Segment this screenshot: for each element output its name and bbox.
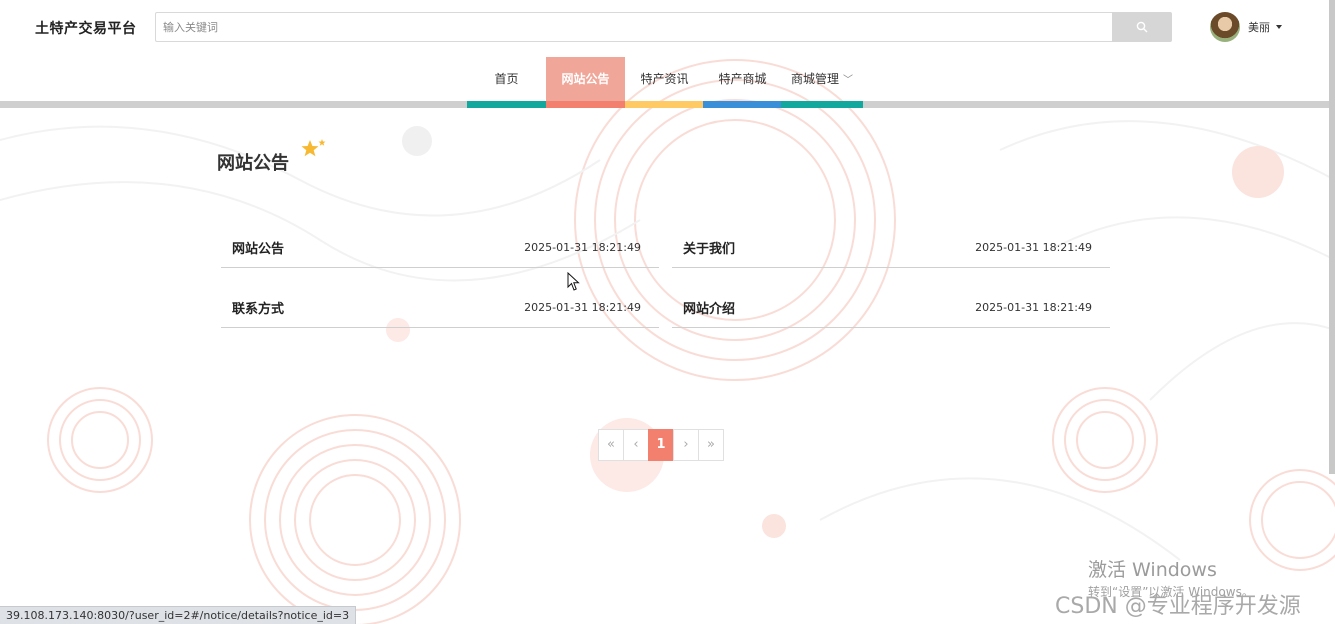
- caret-down-icon: [1276, 25, 1282, 29]
- top-header: 土特产交易平台 美丽: [0, 0, 1335, 56]
- notice-time: 2025-01-31 18:21:49: [524, 241, 641, 254]
- nav-item-home[interactable]: 首页: [467, 57, 546, 108]
- next-page-button[interactable]: ›: [673, 429, 699, 461]
- chevron-down-icon: ﹀: [843, 75, 853, 86]
- page-title: 网站公告: [217, 153, 289, 174]
- site-brand[interactable]: 土特产交易平台: [35, 18, 137, 38]
- nav-item-label: 首页: [494, 72, 519, 86]
- csdn-watermark: CSDN @专业程序开发源: [1055, 594, 1301, 619]
- pagination: « ‹ 1 › »: [598, 429, 724, 461]
- nav-color-bar: [781, 101, 863, 108]
- user-menu[interactable]: 美丽: [1210, 12, 1282, 42]
- nav-item-notice[interactable]: 网站公告: [546, 57, 625, 108]
- notice-title: 联系方式: [232, 302, 285, 317]
- nav-item-mall[interactable]: 特产商城: [703, 57, 782, 108]
- nav-item-label: 特产资讯: [640, 72, 689, 86]
- notice-title: 关于我们: [683, 242, 736, 257]
- notice-item[interactable]: 关于我们 2025-01-31 18:21:49: [672, 221, 1110, 268]
- nav-item-mall-admin[interactable]: 商城管理 ﹀: [781, 57, 863, 108]
- star-icon: [301, 139, 326, 157]
- notice-item[interactable]: 网站介绍 2025-01-31 18:21:49: [672, 281, 1110, 328]
- current-page-button[interactable]: 1: [648, 429, 674, 461]
- notice-item[interactable]: 网站公告 2025-01-31 18:21:49: [221, 221, 659, 268]
- last-page-button[interactable]: »: [698, 429, 724, 461]
- notice-time: 2025-01-31 18:21:49: [975, 241, 1092, 254]
- main-nav: 首页 网站公告 特产资讯 特产商城 商城管理 ﹀: [0, 56, 1335, 108]
- prev-page-button[interactable]: ‹: [623, 429, 649, 461]
- first-page-button[interactable]: «: [598, 429, 624, 461]
- nav-item-news[interactable]: 特产资讯: [625, 57, 704, 108]
- search-input[interactable]: [155, 12, 1113, 42]
- scrollbar[interactable]: [1329, 0, 1335, 474]
- windows-activation-title: 激活 Windows: [1088, 559, 1217, 581]
- nav-item-label: 特产商城: [718, 72, 767, 86]
- nav-color-bar: [546, 101, 625, 108]
- notice-time: 2025-01-31 18:21:49: [975, 301, 1092, 314]
- nav-item-label: 网站公告: [561, 72, 610, 86]
- user-name: 美丽: [1248, 21, 1270, 34]
- notice-title: 网站公告: [232, 242, 285, 257]
- nav-color-bar: [625, 101, 704, 108]
- nav-color-bar: [703, 101, 782, 108]
- status-bar-url: 39.108.173.140:8030/?user_id=2#/notice/d…: [0, 606, 357, 624]
- nav-color-bar: [467, 101, 546, 108]
- search-button[interactable]: [1112, 12, 1172, 42]
- avatar: [1210, 12, 1240, 42]
- main-content: 网站公告 网站公告 2025-01-31 18:21:49 关于我们 2025-…: [0, 108, 1335, 624]
- nav-item-label: 商城管理: [790, 72, 839, 86]
- mouse-cursor-icon: [567, 272, 580, 291]
- search-icon: [1136, 21, 1148, 33]
- notice-item[interactable]: 联系方式 2025-01-31 18:21:49: [221, 281, 659, 328]
- notice-title: 网站介绍: [683, 302, 736, 317]
- notice-time: 2025-01-31 18:21:49: [524, 301, 641, 314]
